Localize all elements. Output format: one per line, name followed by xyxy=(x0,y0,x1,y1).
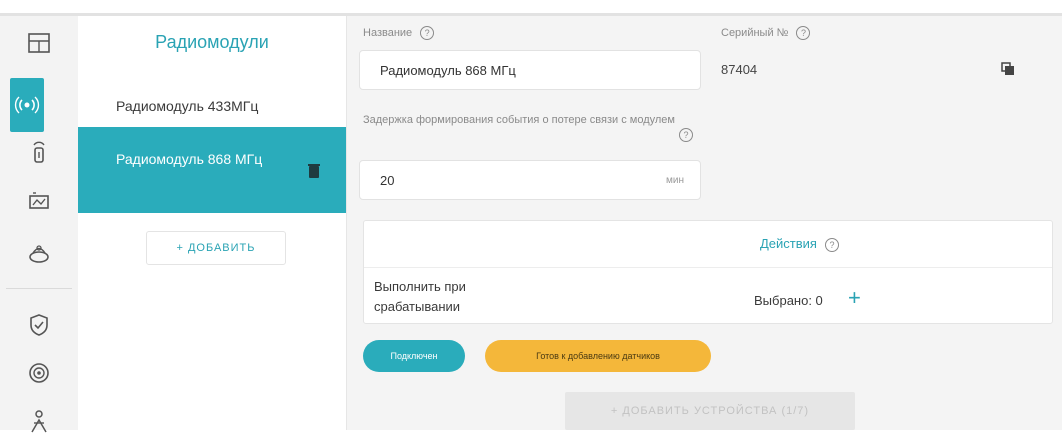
actions-header: Действия? xyxy=(364,221,1052,268)
module-item-selected[interactable]: Радиомодуль 868 МГц xyxy=(78,127,346,213)
devices-icon[interactable] xyxy=(0,16,78,70)
module-settings: Название? Радиомодуль 868 МГц Серийный №… xyxy=(347,16,1062,430)
add-devices-button[interactable]: + ДОБАВИТЬ УСТРОЙСТВА (1/7) xyxy=(565,392,855,430)
delay-unit: мин xyxy=(666,175,684,186)
actions-title: Действия xyxy=(760,236,817,251)
modules-title: Радиомодули xyxy=(155,32,269,52)
person-icon[interactable] xyxy=(0,394,78,448)
help-icon[interactable]: ? xyxy=(824,237,839,252)
actions-table: Действия? Выполнить при срабатывании Выб… xyxy=(363,220,1053,324)
connected-badge: Подключен xyxy=(363,340,465,372)
icon-rail xyxy=(0,16,79,433)
module-item[interactable]: Радиомодуль 433МГц xyxy=(78,86,346,126)
name-label: Название xyxy=(363,26,413,39)
serial-value: 87404 xyxy=(721,62,758,77)
serial-label: Серийный № xyxy=(721,26,789,39)
rail-divider xyxy=(6,288,72,289)
help-icon[interactable]: ? xyxy=(796,26,811,40)
trash-icon[interactable] xyxy=(308,163,320,179)
module-item-label: Радиомодуль 868 МГц xyxy=(116,151,263,167)
modules-panel: Радиомодули Радиомодуль 433МГц Радиомоду… xyxy=(78,16,347,430)
top-bar xyxy=(0,0,1062,16)
serial-label-wrap: Серийный №? xyxy=(721,26,811,40)
radio-icon[interactable] xyxy=(10,78,44,132)
thermostat-icon[interactable] xyxy=(0,174,78,228)
shield-icon[interactable] xyxy=(0,298,78,352)
help-icon[interactable]: ? xyxy=(679,128,693,142)
actions-title-wrap: Действия? xyxy=(760,236,839,252)
add-action-button[interactable]: + xyxy=(848,287,861,309)
target-icon[interactable] xyxy=(0,346,78,400)
add-module-button[interactable]: + ДОБАВИТЬ xyxy=(146,231,286,265)
copy-icon[interactable] xyxy=(1001,62,1015,76)
delay-value: 20 xyxy=(380,173,395,188)
help-icon[interactable]: ? xyxy=(420,26,435,40)
name-label-wrap: Название? xyxy=(363,26,435,40)
name-input[interactable]: Радиомодуль 868 МГц xyxy=(359,50,701,90)
delay-label: Задержка формирования события о потере с… xyxy=(363,114,675,126)
sensor-icon[interactable] xyxy=(0,126,78,180)
boiler-icon[interactable] xyxy=(0,226,78,280)
actions-row-label: Выполнить при срабатывании xyxy=(374,279,466,314)
delay-input[interactable]: 20 мин xyxy=(359,160,701,200)
actions-selected-count: Выбрано: 0 xyxy=(754,293,823,308)
ready-badge: Готов к добавлению датчиков xyxy=(485,340,711,372)
